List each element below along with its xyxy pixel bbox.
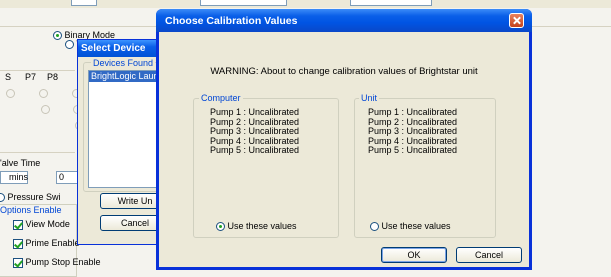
- valve-time-label: 'alve Time: [0, 158, 41, 168]
- radio-selected-icon[interactable]: [216, 222, 225, 232]
- prime-enable-checkbox[interactable]: Prime Enable: [13, 238, 80, 249]
- ok-button[interactable]: OK: [381, 247, 447, 263]
- valve-value-field[interactable]: 0: [56, 171, 78, 184]
- divider: [0, 70, 75, 71]
- device-list-item[interactable]: BrightLogic Laur: [89, 71, 160, 82]
- select-device-window: Select Device Devices Found BrightLogic …: [77, 39, 170, 245]
- unit-use-values-option[interactable]: Use these values: [370, 220, 451, 232]
- dialog-body: WARNING: About to change calibration val…: [159, 32, 529, 267]
- select-device-title: Select Device: [78, 40, 161, 57]
- radio-icon[interactable]: [53, 31, 62, 41]
- unit-pump-list: Pump 1 : Uncalibrated Pump 2 : Uncalibra…: [368, 107, 458, 156]
- pressure-switch-label: Pressure Swi: [7, 192, 61, 202]
- pump-header-p7: P7: [25, 72, 37, 82]
- pump-status-text: Pump 5 : Uncalibrated: [368, 145, 458, 155]
- prime-enable-label: Prime Enable: [25, 238, 80, 248]
- devices-found-label: Devices Found: [91, 58, 156, 68]
- unit-use-values-label: Use these values: [381, 221, 451, 231]
- unit-group-label: Unit: [359, 93, 380, 103]
- pump-stop-enable-label: Pump Stop Enable: [25, 257, 101, 267]
- pressure-switch-option[interactable]: Pressure Swi: [0, 192, 61, 203]
- computer-group-label: Computer: [199, 93, 243, 103]
- dialog-title: Choose Calibration Values: [165, 15, 298, 27]
- pump-stop-enable-checkbox[interactable]: Pump Stop Enable: [13, 257, 101, 268]
- checkbox-icon[interactable]: [13, 219, 23, 230]
- calibration-dialog: Choose Calibration Values WARNING: About…: [156, 9, 532, 270]
- top-field[interactable]: [71, 0, 97, 6]
- checkbox-icon[interactable]: [13, 257, 23, 268]
- pump-header-s: S: [5, 72, 12, 82]
- divider: [0, 152, 75, 153]
- radio-icon[interactable]: [65, 40, 74, 50]
- radio-unselected-icon[interactable]: [370, 222, 379, 232]
- computer-pump-list: Pump 1 : Uncalibrated Pump 2 : Uncalibra…: [210, 107, 300, 156]
- view-mode-label: View Mode: [25, 219, 70, 229]
- warning-text: WARNING: About to change calibration val…: [210, 66, 478, 77]
- close-icon[interactable]: [509, 13, 524, 28]
- radio-icon[interactable]: [38, 89, 48, 99]
- mins-label: mins: [9, 172, 29, 182]
- radio-icon[interactable]: [0, 193, 5, 203]
- top-field[interactable]: [350, 0, 432, 6]
- devices-list[interactable]: BrightLogic Laur: [88, 70, 161, 188]
- radio-icon[interactable]: [40, 105, 50, 115]
- checkbox-icon[interactable]: [13, 238, 23, 249]
- view-mode-checkbox[interactable]: View Mode: [13, 219, 70, 230]
- top-field[interactable]: [200, 0, 287, 6]
- pump-header-p8: P8: [47, 72, 59, 82]
- pump-status-text: Pump 5 : Uncalibrated: [210, 145, 300, 155]
- cancel-button[interactable]: Cancel: [456, 247, 522, 263]
- computer-use-values-option[interactable]: Use these values: [216, 220, 297, 232]
- computer-use-values-label: Use these values: [227, 221, 297, 231]
- valve-mins-field[interactable]: mins: [0, 171, 28, 184]
